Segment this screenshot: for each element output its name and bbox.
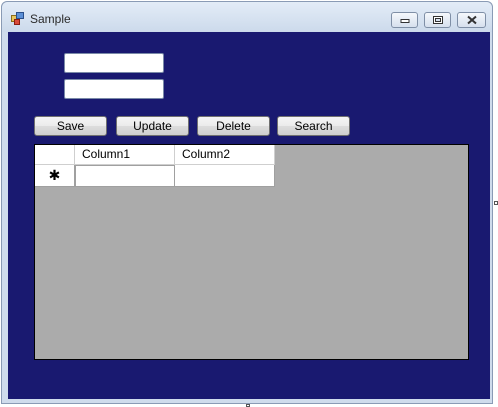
column-header-2[interactable]: Column2 <box>175 145 275 165</box>
close-icon <box>466 15 477 25</box>
form-client-area: Save Update Delete Search Column1 Column… <box>8 32 490 399</box>
data-grid[interactable]: Column1 Column2 ✱ <box>34 144 469 360</box>
maximize-button[interactable] <box>424 12 451 28</box>
grid-cell[interactable] <box>175 165 275 187</box>
app-window: Sample Save Update Delete Search Column1… <box>1 1 493 404</box>
text-input-2[interactable] <box>64 79 164 99</box>
close-button[interactable] <box>457 12 486 28</box>
grid-corner-header[interactable] <box>35 145 75 165</box>
window-title: Sample <box>30 12 71 26</box>
maximize-icon <box>432 16 443 24</box>
save-button[interactable]: Save <box>34 116 107 136</box>
app-window-icon <box>11 12 24 25</box>
search-button[interactable]: Search <box>277 116 350 136</box>
minimize-icon <box>400 19 409 23</box>
resize-handle-right[interactable] <box>494 201 498 205</box>
title-bar[interactable]: Sample <box>2 2 492 32</box>
grid-cell[interactable] <box>75 165 175 187</box>
delete-button[interactable]: Delete <box>197 116 270 136</box>
new-row-header[interactable]: ✱ <box>35 165 75 187</box>
text-input-1[interactable] <box>64 53 164 73</box>
update-button[interactable]: Update <box>116 116 189 136</box>
column-header-1[interactable]: Column1 <box>75 145 175 165</box>
minimize-button[interactable] <box>391 12 418 28</box>
